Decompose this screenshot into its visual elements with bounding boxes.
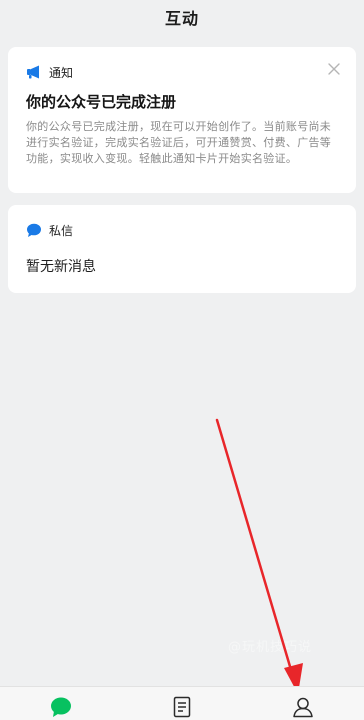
empty-message-text: 暂无新消息 bbox=[26, 259, 96, 275]
watermark: @玩机技巧说 bbox=[228, 640, 313, 655]
notice-title: 你的公众号已完成注册 bbox=[26, 93, 177, 111]
message-card[interactable]: 私信 暂无新消息 bbox=[8, 205, 356, 293]
message-card-label: 私信 bbox=[49, 223, 74, 238]
page-title: 互动 bbox=[164, 9, 199, 28]
notice-card-label: 通知 bbox=[49, 65, 74, 80]
close-icon[interactable] bbox=[326, 61, 342, 77]
notice-card[interactable]: 通知 你的公众号已完成注册 你的公众号已完成注册，现在可以开始创作了。当前账号尚… bbox=[8, 47, 356, 193]
chat-bubble-icon bbox=[51, 697, 71, 717]
tab-interact[interactable] bbox=[49, 695, 73, 719]
tab-me[interactable] bbox=[291, 695, 315, 719]
notice-body: 你的公众号已完成注册，现在可以开始创作了。当前账号尚未进行实名验证，完成实名验证… bbox=[26, 120, 332, 165]
bottom-tab-bar bbox=[0, 686, 364, 720]
notice-card-header: 通知 bbox=[26, 63, 338, 81]
person-icon bbox=[293, 697, 313, 718]
top-bar: 互动 bbox=[0, 0, 364, 34]
document-icon bbox=[173, 696, 191, 718]
chat-bubble-icon bbox=[26, 222, 42, 238]
tab-content[interactable] bbox=[170, 695, 194, 719]
message-card-header: 私信 bbox=[26, 221, 338, 239]
megaphone-icon bbox=[26, 64, 42, 80]
